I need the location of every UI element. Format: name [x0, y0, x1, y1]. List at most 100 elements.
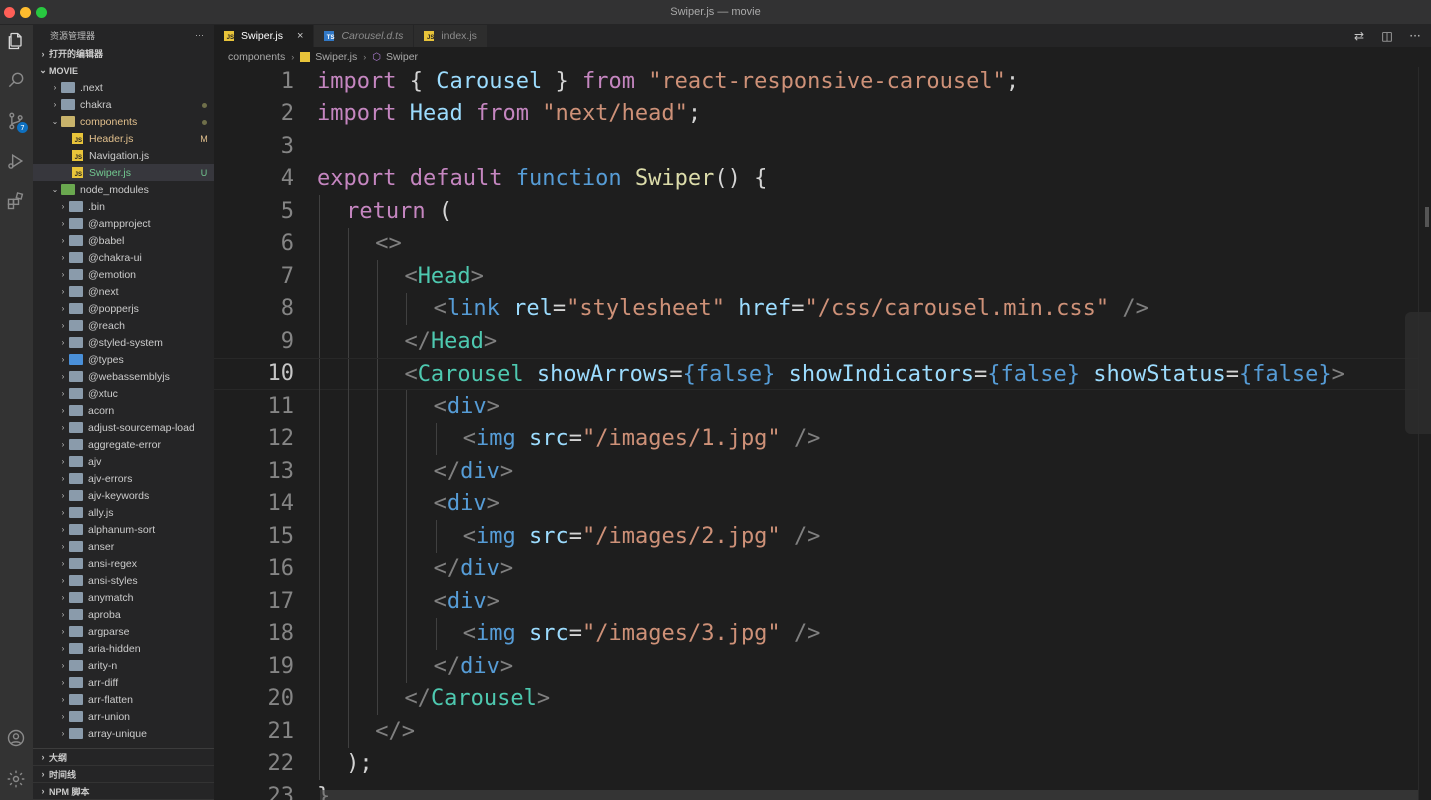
line-number: 6	[280, 231, 294, 257]
tree-folder[interactable]: › arity-n	[33, 657, 214, 674]
code-text: < img src = "/images/3.jpg" />	[463, 618, 821, 651]
editor-tab[interactable]: TS Carousel.d.ts	[314, 25, 415, 47]
tree-folder[interactable]: › arr-union	[33, 708, 214, 725]
more-actions-icon[interactable]: ···	[1407, 28, 1423, 44]
tree-folder[interactable]: › @xtuc	[33, 385, 214, 402]
code-token: <	[433, 296, 447, 322]
code-token: return	[346, 198, 426, 224]
folder-icon	[69, 694, 83, 705]
indent-guide	[406, 455, 408, 488]
breadcrumb-symbol[interactable]: Swiper	[386, 51, 418, 63]
tree-folder[interactable]: › anymatch	[33, 589, 214, 606]
tree-folder[interactable]: › ansi-styles	[33, 572, 214, 589]
collapsed-section[interactable]: › 大纲	[33, 749, 214, 766]
code-line: 22);	[214, 747, 1418, 780]
code-text: <>	[375, 228, 402, 261]
tree-folder[interactable]: › @reach	[33, 317, 214, 334]
horizontal-scrollbar[interactable]	[320, 790, 1418, 800]
tree-folder[interactable]: › anser	[33, 538, 214, 555]
code-text: export default function Swiper() {	[317, 163, 767, 196]
editor-tab[interactable]: JS index.js	[414, 25, 488, 47]
tree-folder[interactable]: › @next	[33, 283, 214, 300]
line-number: 2	[280, 101, 294, 127]
tree-folder[interactable]: › arr-flatten	[33, 691, 214, 708]
tree-folder[interactable]: › alphanum-sort	[33, 521, 214, 538]
tree-folder[interactable]: ⌄ components	[33, 113, 214, 130]
tree-item-label: ally.js	[88, 506, 114, 519]
collapsed-section[interactable]: › NPM 脚本	[33, 783, 214, 800]
tree-folder[interactable]: › @chakra-ui	[33, 249, 214, 266]
tree-folder[interactable]: › arr-diff	[33, 674, 214, 691]
tree-folder[interactable]: › .next	[33, 79, 214, 96]
search-icon[interactable]	[3, 67, 29, 93]
close-icon[interactable]: ×	[297, 30, 303, 42]
tree-folder[interactable]: › ajv-errors	[33, 470, 214, 487]
indent-guide	[348, 487, 350, 520]
tree-folder[interactable]: › aproba	[33, 606, 214, 623]
code-token: <	[404, 263, 418, 289]
source-control-icon[interactable]: 7	[3, 108, 29, 134]
tree-folder[interactable]: › @types	[33, 351, 214, 368]
open-editors-section[interactable]: › 打开的编辑器	[33, 45, 214, 62]
code-text: </>	[375, 715, 415, 748]
tree-folder[interactable]: › @ampproject	[33, 215, 214, 232]
collapsed-side-panel[interactable]	[1405, 312, 1431, 434]
scrollbar-thumb[interactable]	[1425, 207, 1429, 227]
indent-guide	[348, 650, 350, 683]
tree-folder[interactable]: › aggregate-error	[33, 436, 214, 453]
tree-folder[interactable]: › ally.js	[33, 504, 214, 521]
explorer-title: 资源管理器	[50, 30, 96, 41]
chevron-right-icon: ›	[41, 769, 45, 779]
code-line: 9 </Head >	[214, 325, 1418, 358]
open-changes-icon[interactable]: ⇄	[1351, 28, 1367, 44]
code-editor[interactable]: 1 import { Carousel } from "react-respons…	[214, 67, 1418, 800]
run-debug-icon[interactable]	[3, 148, 29, 174]
tree-folder[interactable]: › array-unique	[33, 725, 214, 742]
chevron-right-icon: ›	[61, 355, 65, 364]
tree-folder[interactable]: › ajv	[33, 453, 214, 470]
account-icon[interactable]	[3, 725, 29, 751]
collapsed-section[interactable]: › 时间线	[33, 766, 214, 783]
code-token: >	[536, 686, 551, 712]
tree-item-label: @popperjs	[88, 302, 139, 315]
tree-folder[interactable]: ⌄ node_modules	[33, 181, 214, 198]
tree-folder[interactable]: › .bin	[33, 198, 214, 215]
tree-folder[interactable]: › acorn	[33, 402, 214, 419]
tree-folder[interactable]: › chakra	[33, 96, 214, 113]
tree-folder[interactable]: › @emotion	[33, 266, 214, 283]
indent-guide	[377, 390, 379, 423]
breadcrumb-file[interactable]: Swiper.js	[315, 51, 357, 63]
more-actions-icon[interactable]: ···	[195, 30, 204, 40]
tree-item-label: argparse	[88, 625, 130, 638]
tree-folder[interactable]: › ajv-keywords	[33, 487, 214, 504]
code-token: default	[409, 166, 503, 192]
folder-icon	[69, 728, 83, 739]
extensions-icon[interactable]	[3, 188, 29, 214]
tree-file[interactable]: JS Navigation.js	[33, 147, 214, 164]
tree-file[interactable]: JS Header.js M	[33, 130, 214, 147]
explorer-icon[interactable]	[3, 28, 29, 54]
code-token: {false}	[682, 362, 776, 388]
code-token: );	[346, 751, 373, 777]
breadcrumb-folder[interactable]: components	[228, 51, 285, 63]
tree-file[interactable]: JS Swiper.js U	[33, 164, 214, 181]
tree-folder[interactable]: › adjust-sourcemap-loader	[33, 419, 214, 436]
chevron-right-icon: ›	[61, 627, 65, 636]
tree-folder[interactable]: › @popperjs	[33, 300, 214, 317]
explorer-header: 资源管理器 ···	[33, 25, 214, 45]
tree-folder[interactable]: › @webassemblyjs	[33, 368, 214, 385]
tree-folder[interactable]: › @styled-system	[33, 334, 214, 351]
split-editor-icon[interactable]: ◫	[1379, 28, 1395, 44]
settings-gear-icon[interactable]	[3, 766, 29, 792]
project-root-section[interactable]: ⌄ MOVIE	[33, 62, 214, 79]
tree-folder[interactable]: › ansi-regex	[33, 555, 214, 572]
tree-folder[interactable]: › @babel	[33, 232, 214, 249]
folder-icon	[69, 269, 83, 280]
folder-icon	[69, 592, 83, 603]
editor-tab[interactable]: JS Swiper.js ×	[214, 25, 315, 47]
tree-folder[interactable]: › argparse	[33, 623, 214, 640]
tree-item-label: ansi-styles	[88, 574, 138, 587]
tree-folder[interactable]: › aria-hidden	[33, 640, 214, 657]
